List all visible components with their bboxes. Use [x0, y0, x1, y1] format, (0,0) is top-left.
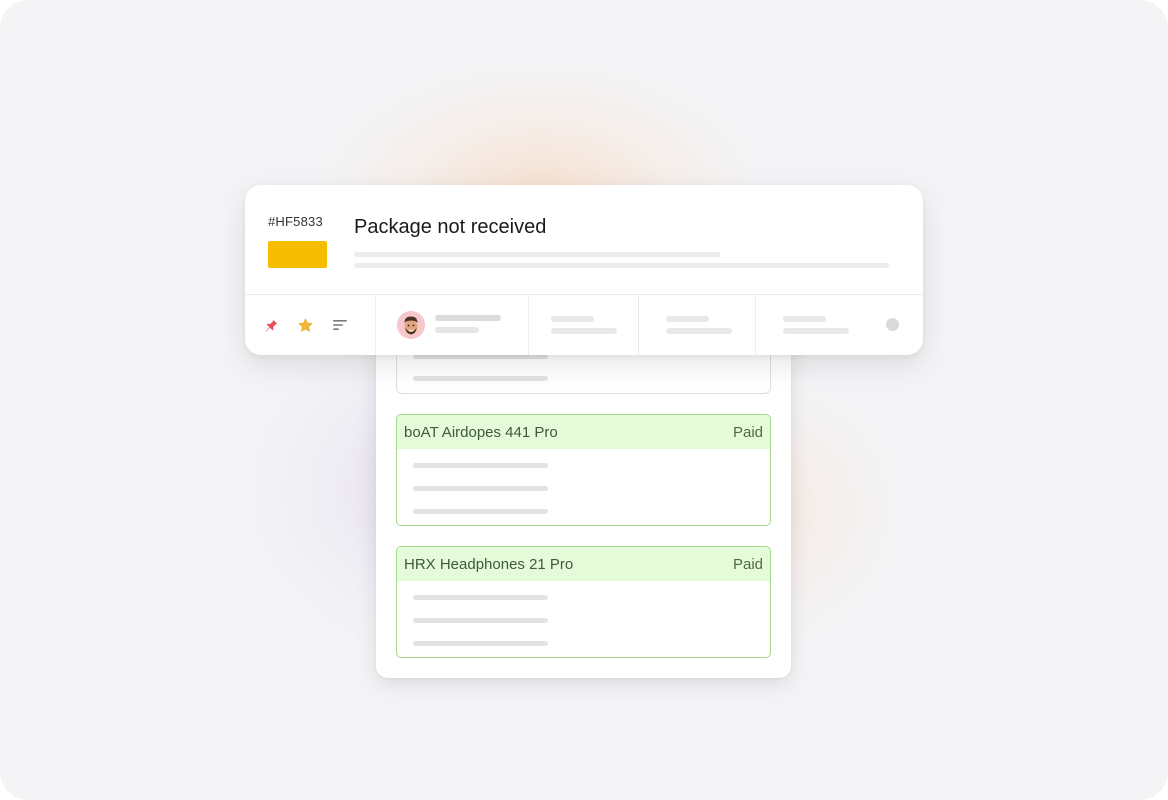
sort-icon[interactable]: [330, 315, 350, 335]
ticket-card[interactable]: #HF5833 Package not received: [245, 185, 923, 355]
payment-status: Paid: [732, 423, 763, 441]
order-item-card[interactable]: HRX Headphones 21 Pro Paid: [396, 546, 771, 658]
assignee-name-placeholder: [435, 315, 501, 321]
field-value-placeholder: [666, 328, 732, 334]
field-value-placeholder: [551, 328, 617, 334]
ticket-field[interactable]: [529, 295, 639, 355]
placeholder-line: [413, 618, 548, 623]
order-item-name: boAT Airdopes 441 Pro: [404, 423, 558, 441]
placeholder-line: [413, 595, 548, 600]
ticket-description-placeholder: [354, 263, 889, 268]
avatar[interactable]: [397, 311, 425, 339]
ticket-footer: [245, 294, 923, 355]
order-item-header: boAT Airdopes 441 Pro Paid: [397, 415, 770, 449]
placeholder-line: [413, 486, 548, 491]
field-value-placeholder: [783, 328, 849, 334]
field-label-placeholder: [783, 316, 826, 322]
order-item-header: HRX Headphones 21 Pro Paid: [397, 547, 770, 581]
field-label-placeholder: [666, 316, 709, 322]
ticket-field[interactable]: [756, 295, 923, 355]
assignee-role-placeholder: [435, 327, 479, 333]
placeholder-line: [413, 376, 548, 381]
priority-tag: [268, 241, 327, 268]
ticket-title: Package not received: [354, 216, 547, 238]
placeholder-line: [413, 463, 548, 468]
order-item-name: HRX Headphones 21 Pro: [404, 555, 574, 573]
background-canvas: boAT Airdopes 441 Pro Paid HRX Headphone…: [0, 0, 1168, 800]
assignee-field[interactable]: [376, 295, 529, 355]
order-item-card[interactable]: boAT Airdopes 441 Pro Paid: [396, 414, 771, 526]
payment-status: Paid: [732, 555, 763, 573]
star-icon[interactable]: [295, 315, 315, 335]
order-items-panel: boAT Airdopes 441 Pro Paid HRX Headphone…: [376, 310, 791, 678]
ticket-field[interactable]: [639, 295, 756, 355]
ticket-actions: [245, 295, 376, 355]
ticket-id: #HF5833: [268, 214, 323, 229]
pin-icon[interactable]: [261, 315, 281, 335]
status-dot-icon: [886, 318, 899, 331]
field-label-placeholder: [551, 316, 594, 322]
placeholder-line: [413, 509, 548, 514]
placeholder-line: [413, 641, 548, 646]
ticket-description-placeholder: [354, 252, 720, 257]
